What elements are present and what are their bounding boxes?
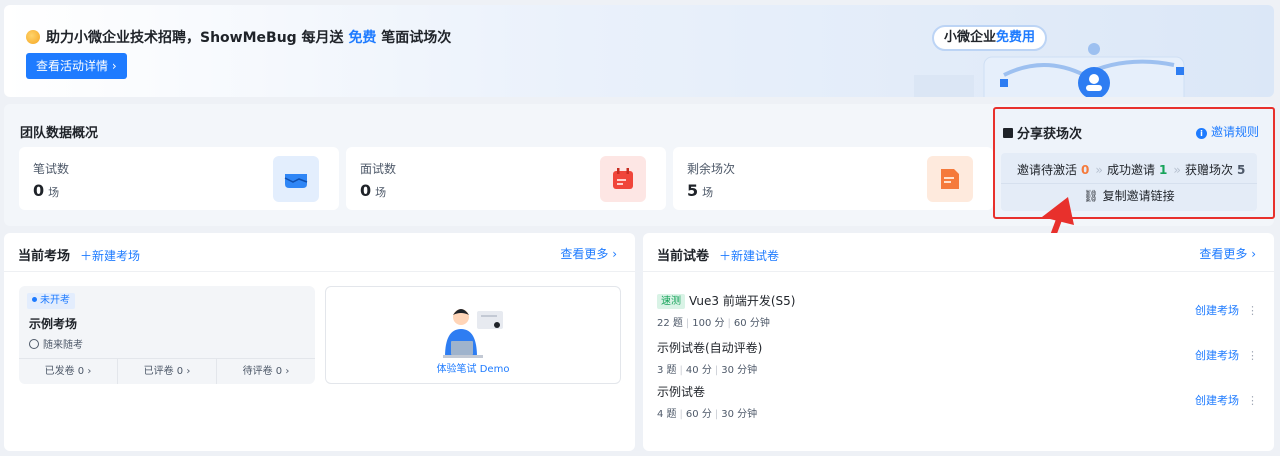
divider xyxy=(4,271,635,272)
pending-label: 邀请待激活 xyxy=(1017,163,1078,177)
share-title: 分享获场次 xyxy=(1003,123,1082,142)
person-laptop-illustration xyxy=(443,309,503,358)
gift-value: 5 xyxy=(1236,163,1246,177)
written-test-stat-card: 笔试数 0场 xyxy=(19,147,339,210)
stat-value: 0场 xyxy=(33,181,60,200)
stat-value: 0场 xyxy=(360,181,387,200)
invite-stats-row: 邀请待激活 0 ›› 成功邀请 1 ›› 获赠场次 5 xyxy=(1017,161,1245,178)
paper-meta: 4 题 | 60 分 | 30 分钟 xyxy=(657,409,758,420)
view-activity-button[interactable]: 查看活动详情 › xyxy=(26,53,127,79)
written-test-icon xyxy=(273,156,319,202)
stat-label: 笔试数 xyxy=(33,162,70,176)
chevron-double-icon: ›› xyxy=(1173,163,1180,177)
more-options-icon[interactable]: ⋮ xyxy=(1247,394,1258,407)
chevron-double-icon: ›› xyxy=(1095,163,1102,177)
banner-title-text: 助力小微企业技术招聘，ShowMeBug 每月送 xyxy=(46,30,349,46)
new-paper-button[interactable]: ＋新建试卷 xyxy=(719,249,779,263)
invite-rules-link[interactable]: i 邀请规则 xyxy=(1195,123,1259,140)
status-badge: 未开考 xyxy=(27,293,75,309)
create-exam-button[interactable]: 创建考场 ⋮ xyxy=(1195,392,1258,408)
new-exam-button[interactable]: ＋新建考场 xyxy=(80,249,140,263)
exam-card[interactable]: 未开考 示例考场 随来随考 已发卷 0 › 已评卷 0 › 待评卷 0 › xyxy=(19,286,315,384)
demo-label: 体验笔试 Demo xyxy=(436,364,510,375)
create-exam-button[interactable]: 创建考场 ⋮ xyxy=(1195,302,1258,318)
exam-mode: 随来随考 xyxy=(29,336,83,351)
quick-test-tag: 速测 xyxy=(657,294,685,309)
banner-title: 助力小微企业技术招聘，ShowMeBug 每月送 免费 笔面试场次 xyxy=(26,27,451,47)
banner-title-highlight: 免费 xyxy=(348,30,377,46)
issued-count-link[interactable]: 已发卷 0 › xyxy=(19,359,118,384)
exam-card-footer: 已发卷 0 › 已评卷 0 › 待评卷 0 › xyxy=(19,358,315,384)
stat-label: 剩余场次 xyxy=(687,162,736,176)
clock-icon xyxy=(29,339,39,349)
paper-item[interactable]: 速测 Vue3 前端开发(S5) 22 题 | 100 分 | 60 分钟 xyxy=(657,292,795,329)
calendar-icon xyxy=(600,156,646,202)
gift-icon xyxy=(1003,128,1013,138)
stat-label: 面试数 xyxy=(360,162,397,176)
team-data-title: 团队数据概况 xyxy=(20,126,99,141)
info-icon: i xyxy=(1195,128,1207,139)
paper-name: 速测 Vue3 前端开发(S5) xyxy=(657,292,795,309)
current-paper-title: 当前试卷 ＋新建试卷 xyxy=(657,249,780,264)
paper-view-more-link[interactable]: 查看更多 › xyxy=(1199,245,1256,262)
document-icon xyxy=(927,156,973,202)
stat-value: 5场 xyxy=(687,181,714,200)
more-options-icon[interactable]: ⋮ xyxy=(1247,349,1258,362)
paper-item[interactable]: 示例试卷 4 题 | 60 分 | 30 分钟 xyxy=(657,383,757,420)
demo-card[interactable]: 体验笔试 Demo xyxy=(325,286,621,384)
pending-value: 0 xyxy=(1081,163,1090,177)
paper-name: 示例试卷 xyxy=(657,385,706,399)
clap-icon xyxy=(26,30,40,44)
exam-name: 示例考场 xyxy=(29,317,78,331)
free-for-smb-tag: 小微企业免费用 xyxy=(932,25,1048,51)
graded-count-link[interactable]: 已评卷 0 › xyxy=(118,359,217,384)
create-exam-button[interactable]: 创建考场 ⋮ xyxy=(1195,347,1258,363)
success-value: 1 xyxy=(1159,163,1168,177)
current-exam-title: 当前考场 ＋新建考场 xyxy=(18,249,141,264)
interview-stat-card: 面试数 0场 xyxy=(346,147,666,210)
paper-name: 示例试卷(自动评卷) xyxy=(657,341,763,355)
exam-view-more-link[interactable]: 查看更多 › xyxy=(560,245,617,262)
success-label: 成功邀请 xyxy=(1106,163,1155,177)
gift-label: 获赠场次 xyxy=(1184,163,1233,177)
banner-title-suffix: 笔面试场次 xyxy=(376,30,452,46)
divider xyxy=(643,271,1274,272)
paper-item[interactable]: 示例试卷(自动评卷) 3 题 | 40 分 | 30 分钟 xyxy=(657,339,762,376)
paper-meta: 3 题 | 40 分 | 30 分钟 xyxy=(657,365,758,376)
more-options-icon[interactable]: ⋮ xyxy=(1247,304,1258,317)
pending-count-link[interactable]: 待评卷 0 › xyxy=(217,359,315,384)
promo-banner: 助力小微企业技术招聘，ShowMeBug 每月送 免费 笔面试场次 查看活动详情… xyxy=(4,5,1274,97)
paper-meta: 22 题 | 100 分 | 60 分钟 xyxy=(657,318,770,329)
divider xyxy=(1001,183,1257,184)
remaining-slots-stat-card: 剩余场次 5场 xyxy=(673,147,993,210)
